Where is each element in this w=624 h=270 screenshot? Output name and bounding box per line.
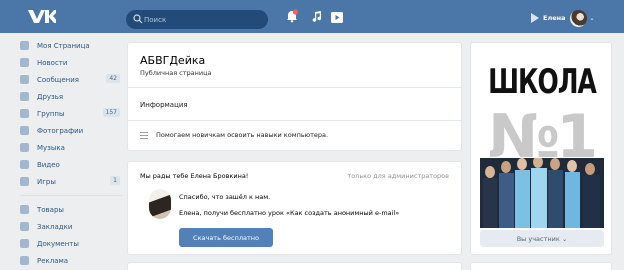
friends-icon — [20, 92, 29, 101]
home-icon — [20, 41, 29, 50]
play-icon[interactable] — [331, 12, 343, 23]
download-free-button[interactable]: Скачать бесплатно — [179, 228, 273, 247]
cover-title: ШКОЛА — [488, 62, 597, 102]
top-bar: Елена ⌄ — [0, 0, 624, 33]
lesson-text: Елена, получи бесплатно урок «Как создат… — [179, 209, 400, 217]
sidebar-item-documents[interactable]: Документы — [20, 235, 122, 252]
member-status-button[interactable]: Вы участник ⌄ — [480, 230, 604, 247]
sidebar-divider — [20, 195, 122, 196]
sidebar-item-label: Музыка — [37, 143, 65, 152]
camera-icon — [20, 126, 29, 135]
bag-icon — [20, 205, 29, 214]
description-icon — [140, 131, 148, 139]
messages-icon — [20, 75, 29, 84]
sidebar-item-label: Реклама — [37, 256, 69, 265]
divider — [128, 87, 461, 88]
notifications-bell-icon[interactable] — [285, 9, 299, 23]
community-header-card: АБВГДейка Публичная страница Информация … — [127, 42, 462, 151]
welcome-text: Мы рады тебе Елена Бровкина! — [140, 172, 249, 180]
admin-only-note: только для администраторов — [347, 172, 449, 180]
video-icon — [20, 160, 29, 169]
sidebar-item-label: Новости — [37, 58, 68, 67]
sidebar-item-photos[interactable]: Фотографии — [20, 122, 122, 139]
sidebar-item-label: Сообщения — [37, 75, 80, 84]
sidebar-item-bookmarks[interactable]: Закладки — [20, 218, 122, 235]
games-icon — [20, 177, 29, 186]
sidebar-item-label: Игры — [37, 177, 56, 186]
groups-icon — [20, 109, 29, 118]
sidebar-item-label: Моя Страница — [37, 41, 90, 50]
next-side-card — [470, 262, 612, 270]
audio-player-icon[interactable] — [531, 13, 539, 23]
sidebar-item-groups[interactable]: Группы 157 — [20, 105, 122, 122]
community-cover-card: №1 ШКОЛА Вы участник ⌄ — [470, 42, 612, 255]
sidebar-item-label: Друзья — [37, 92, 64, 101]
sidebar-item-ads[interactable]: Реклама — [20, 252, 122, 269]
document-icon — [20, 239, 29, 248]
page-title: АБВГДейка — [140, 54, 206, 67]
description-row: Помогаем новичкам освоить навыки компьют… — [140, 131, 328, 139]
thanks-text: Спасибо, что зашёл к нам. — [179, 193, 271, 201]
welcome-post-card: Мы рады тебе Елена Бровкина! только для … — [127, 161, 462, 255]
vk-community-page: Елена ⌄ Моя Страница Новости Сообщения 42… — [0, 0, 624, 270]
sidebar-item-goods[interactable]: Товары — [20, 201, 122, 218]
next-card — [127, 262, 462, 270]
vk-logo-icon[interactable] — [26, 7, 56, 26]
sidebar-item-games[interactable]: Игры 1 — [20, 173, 122, 190]
sidebar-item-my-page[interactable]: Моя Страница — [20, 37, 122, 54]
sidebar-item-video[interactable]: Видео — [20, 156, 122, 173]
games-count-badge: 1 — [110, 176, 120, 185]
search-input[interactable] — [144, 12, 262, 27]
sidebar-item-label: Группы — [37, 109, 65, 118]
news-icon — [20, 58, 29, 67]
sidebar-item-messages[interactable]: Сообщения 42 — [20, 71, 122, 88]
left-sidebar: Моя Страница Новости Сообщения 42 Друзья … — [20, 37, 122, 269]
search-icon — [133, 14, 143, 24]
user-avatar — [569, 9, 587, 27]
sidebar-item-label: Документы — [37, 239, 79, 248]
chevron-down-icon: ⌄ — [589, 14, 595, 22]
sidebar-item-label: Фотографии — [37, 126, 84, 135]
ads-icon — [20, 256, 29, 265]
sidebar-item-news[interactable]: Новости — [20, 54, 122, 71]
sidebar-item-music[interactable]: Музыка — [20, 139, 122, 156]
search-bar[interactable] — [126, 10, 268, 29]
groups-count-badge: 157 — [102, 108, 120, 117]
community-cover-image[interactable]: №1 ШКОЛА — [480, 52, 604, 228]
sidebar-item-label: Видео — [37, 160, 60, 169]
page-subtitle: Публичная страница — [140, 69, 212, 77]
sidebar-item-label: Товары — [37, 205, 64, 214]
star-icon — [20, 222, 29, 231]
music-icon — [20, 143, 29, 152]
sidebar-item-label: Закладки — [37, 222, 73, 231]
post-avatar — [149, 189, 171, 219]
sidebar-item-friends[interactable]: Друзья — [20, 88, 122, 105]
messages-count-badge: 42 — [106, 74, 120, 83]
info-section-label[interactable]: Информация — [140, 101, 188, 109]
user-name: Елена — [543, 14, 566, 22]
students-group-image — [480, 158, 604, 228]
divider — [128, 120, 461, 121]
music-note-icon[interactable] — [312, 11, 322, 22]
user-menu[interactable]: Елена ⌄ — [531, 9, 595, 27]
description-text: Помогаем новичкам освоить навыки компьют… — [156, 131, 329, 139]
